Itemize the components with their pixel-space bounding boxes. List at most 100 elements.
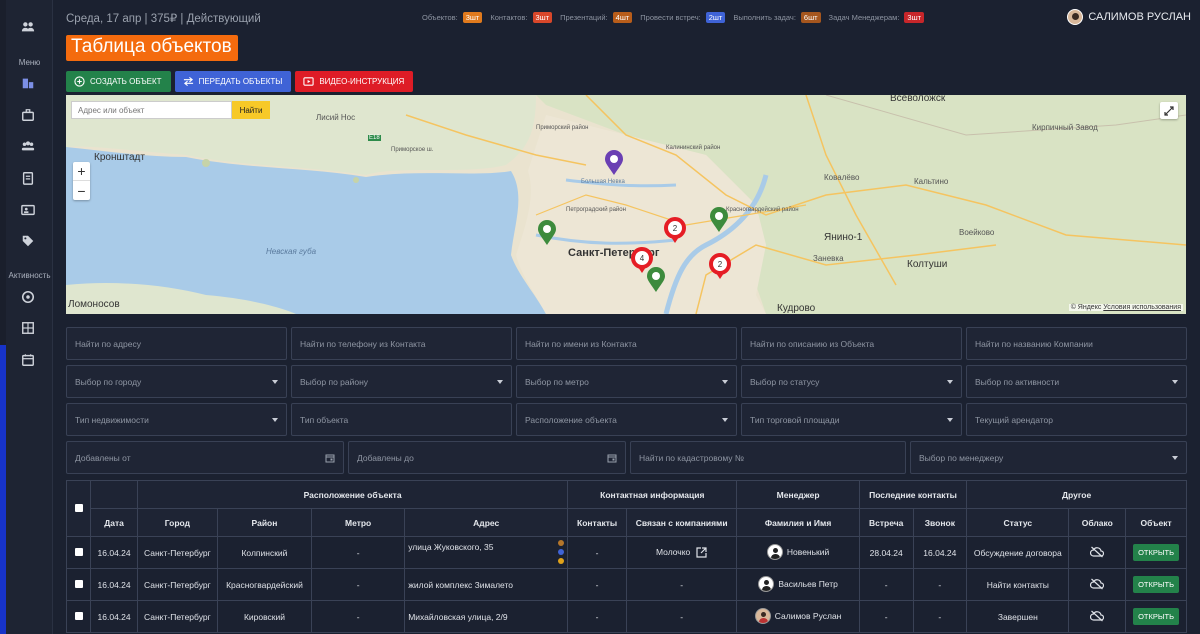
open-object-button[interactable]: ОТКРЫТЬ [1133, 608, 1180, 625]
group-header: Другое [966, 480, 1187, 509]
clipboard-icon[interactable] [20, 170, 36, 186]
map-marker-icon[interactable] [709, 207, 729, 233]
map-background [66, 95, 1186, 314]
calendar-icon [325, 454, 335, 462]
briefcase-icon[interactable] [20, 107, 36, 123]
column-header[interactable]: Метро [311, 508, 406, 537]
column-header[interactable]: Звонок [912, 508, 968, 537]
transfer-objects-button[interactable]: ПЕРЕДАТЬ ОБЪЕКТЫ [174, 71, 292, 92]
filter-input[interactable]: Найти по названию Компании [966, 327, 1187, 360]
table-row[interactable]: 16.04.24 Санкт-Петербург Красногвардейский… [65, 568, 1187, 601]
map-label: Кронштадт [94, 152, 145, 163]
column-header[interactable]: Связан с компаниями [625, 508, 738, 537]
column-header[interactable]: Район [216, 508, 313, 537]
filter-select[interactable]: Тип торговой площади [741, 403, 962, 436]
filter-select[interactable]: Выбор по району [291, 365, 512, 398]
map-search-input[interactable] [71, 101, 232, 119]
calendar-icon[interactable] [20, 352, 36, 368]
filter-select[interactable]: Выбор по менеджеру [910, 441, 1187, 474]
column-header[interactable]: Адрес [404, 508, 569, 537]
column-header[interactable]: Дата [90, 508, 138, 537]
id-card-icon[interactable] [20, 202, 36, 218]
filter-placeholder: Выбор по активности [975, 376, 1060, 387]
map-label: Кальтино [914, 177, 949, 186]
stat-badge[interactable]: 2шт [705, 12, 726, 23]
column-header[interactable]: Город [136, 508, 218, 537]
table-row[interactable]: 16.04.24 Санкт-Петербург Кировский - Михайло… [65, 600, 1187, 633]
cloud-off-icon[interactable] [1090, 610, 1105, 622]
map-cluster[interactable]: 4 [631, 247, 653, 273]
row-checkbox[interactable] [74, 611, 83, 620]
column-header[interactable]: Встреча [858, 508, 914, 537]
buildings-icon[interactable] [20, 75, 36, 91]
stat-badge[interactable]: 4шт [612, 12, 633, 23]
create-object-button[interactable]: СОЗДАТЬ ОБЪЕКТ [66, 71, 171, 92]
filter-input[interactable]: Найти по телефону из Контакта [291, 327, 512, 360]
coin-icon[interactable] [20, 289, 36, 305]
filter-select[interactable]: Расположение объекта [516, 403, 737, 436]
filter-input[interactable]: Найти по имени из Контакта [516, 327, 737, 360]
external-link-icon[interactable] [696, 547, 707, 558]
stat-badge[interactable]: 6шт [800, 12, 821, 23]
open-object-button[interactable]: ОТКРЫТЬ [1133, 544, 1180, 561]
column-header[interactable]: Объект [1125, 508, 1187, 537]
filter-input[interactable]: Найти по описанию из Объекта [741, 327, 962, 360]
fullscreen-icon[interactable] [1160, 102, 1178, 119]
filter-input[interactable]: Найти по адресу [66, 327, 287, 360]
column-header[interactable]: Контакты [567, 508, 627, 537]
map-marker-icon[interactable] [537, 220, 557, 246]
map-cluster[interactable]: 2 [709, 253, 731, 279]
video-instruction-button[interactable]: ВИДЕО-ИНСТРУКЦИЯ [295, 71, 414, 92]
column-header[interactable]: Статус [966, 508, 1070, 537]
filter-select[interactable]: Выбор по городу [66, 365, 287, 398]
select-all-checkbox[interactable] [74, 503, 83, 512]
manager[interactable]: Салимов Руслан [754, 607, 842, 624]
company-link[interactable]: Молочко [656, 547, 690, 557]
filter-select[interactable]: Тип недвижимости [66, 403, 287, 436]
map-marker-icon[interactable] [604, 150, 624, 176]
row-select-cell [65, 536, 92, 569]
filter-input[interactable]: Текущий арендатор [966, 403, 1187, 436]
map-label: Приморский район [536, 125, 589, 131]
table-row[interactable]: 16.04.24 Санкт-Петербург Колпинский - улица … [65, 536, 1187, 569]
filter-input[interactable]: Найти по кадастровому № [630, 441, 906, 474]
users-icon[interactable] [20, 19, 36, 35]
map-search-button[interactable]: Найти [232, 101, 270, 119]
team-icon[interactable] [20, 138, 36, 154]
city-cell: Санкт-Петербург [136, 536, 218, 569]
map[interactable]: Найти + − Всеволожск Лисий Нос Кронштадт… [66, 95, 1186, 314]
zoom-in-button[interactable]: + [73, 162, 90, 181]
filter-date-input[interactable]: Добавлены до [348, 441, 626, 474]
filter-input[interactable]: Тип объекта [291, 403, 512, 436]
manager[interactable]: Новенький [766, 543, 829, 560]
cloud-off-icon[interactable] [1090, 546, 1105, 558]
city-cell: Санкт-Петербург [136, 600, 218, 633]
contacts-cell: - [567, 536, 627, 569]
tags-icon[interactable] [20, 233, 36, 249]
stat-badge[interactable]: 3шт [462, 12, 483, 23]
open-object-button[interactable]: ОТКРЫТЬ [1133, 576, 1180, 593]
user-menu[interactable]: САЛИМОВ РУСЛАН [1067, 9, 1191, 25]
grid-icon[interactable] [20, 320, 36, 336]
filter-select[interactable]: Выбор по статусу [741, 365, 962, 398]
zoom-control: + − [73, 162, 90, 200]
column-header[interactable]: Фамилия и Имя [736, 508, 860, 537]
filter-select[interactable]: Выбор по метро [516, 365, 737, 398]
manager-name: Салимов Руслан [774, 610, 842, 621]
zoom-out-button[interactable]: − [73, 181, 90, 200]
filter-select[interactable]: Выбор по активности [966, 365, 1187, 398]
map-label: Красногвардейский район [726, 207, 799, 213]
manager-avatar [754, 607, 771, 624]
map-marker-icon[interactable] [646, 267, 666, 293]
row-checkbox[interactable] [74, 579, 83, 588]
map-terms-link[interactable]: Условия использования [1103, 304, 1181, 311]
filter-placeholder: Найти по адресу [75, 338, 141, 349]
manager[interactable]: Васильев Петр [758, 575, 838, 592]
stat-badge[interactable]: 3шт [532, 12, 553, 23]
column-header[interactable]: Облако [1068, 508, 1127, 537]
row-checkbox[interactable] [74, 547, 83, 556]
cloud-off-icon[interactable] [1090, 578, 1105, 590]
stat-badge[interactable]: 3шт [904, 12, 925, 23]
filter-date-input[interactable]: Добавлены от [66, 441, 344, 474]
map-cluster[interactable]: 2 [664, 217, 686, 243]
